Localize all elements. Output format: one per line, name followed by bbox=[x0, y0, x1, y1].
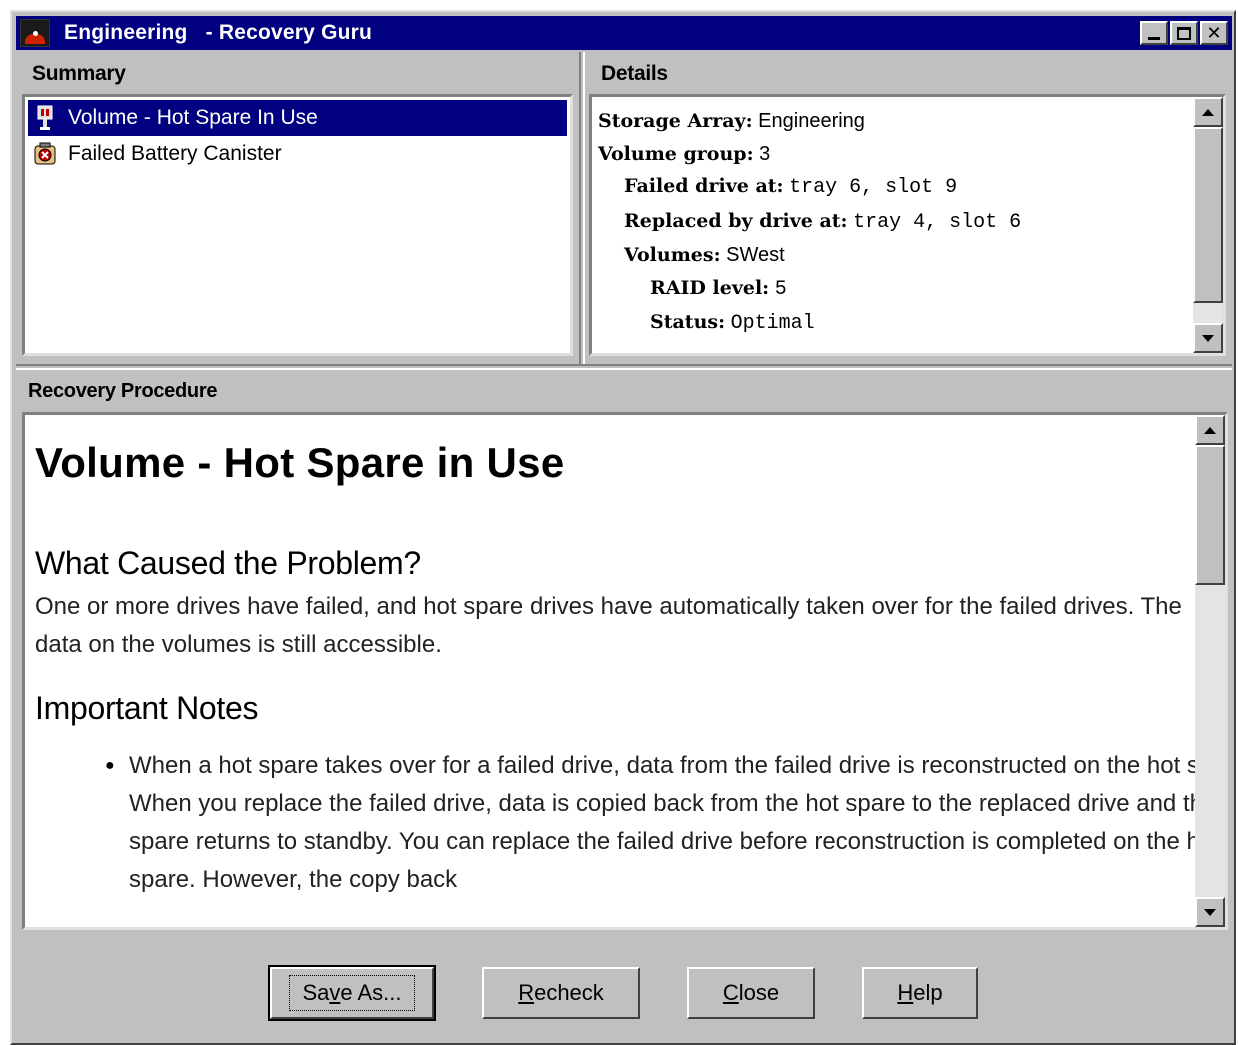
arrow-down-icon bbox=[1204, 908, 1216, 916]
detail-row-volumes: Volumes: SWest bbox=[624, 244, 785, 266]
maximize-button[interactable] bbox=[1170, 21, 1198, 45]
summary-panel: Summary Volume - Hot Spare In Use Failed… bbox=[16, 52, 579, 364]
cause-heading: What Caused the Problem? bbox=[35, 545, 421, 581]
window-title: Engineering - Recovery Guru bbox=[64, 21, 373, 44]
scroll-down-button[interactable] bbox=[1195, 897, 1225, 927]
details-box: Storage Array: Engineering Volume group:… bbox=[589, 94, 1226, 356]
hot-spare-drive-icon bbox=[37, 105, 53, 130]
title-bar[interactable]: Engineering - Recovery Guru ✕ bbox=[16, 16, 1232, 50]
details-text: Storage Array: Engineering Volume group:… bbox=[592, 97, 1223, 341]
scroll-thumb[interactable] bbox=[1195, 445, 1225, 585]
notes-heading: Important Notes bbox=[35, 690, 259, 726]
close-window-button[interactable]: ✕ bbox=[1200, 21, 1228, 45]
procedure-heading: Volume - Hot Spare in Use bbox=[35, 439, 565, 486]
save-as-label: Save As... bbox=[289, 975, 415, 1011]
detail-row-status: Status: Optimal bbox=[650, 311, 815, 335]
scroll-down-button[interactable] bbox=[1193, 323, 1223, 353]
detail-row-volume-group: Volume group: 3 bbox=[598, 142, 771, 165]
list-item-failed-battery[interactable]: Failed Battery Canister bbox=[28, 136, 567, 172]
detail-row-storage-array: Storage Array: Engineering bbox=[598, 110, 865, 132]
procedure-content: Volume - Hot Spare in Use What Caused th… bbox=[25, 415, 1225, 899]
list-item-hot-spare-in-use[interactable]: Volume - Hot Spare In Use bbox=[28, 100, 567, 136]
notes-list: When a hot spare takes over for a failed… bbox=[35, 747, 1225, 899]
scroll-up-button[interactable] bbox=[1195, 415, 1225, 445]
app-icon[interactable] bbox=[20, 19, 50, 47]
arrow-up-icon bbox=[1204, 426, 1216, 434]
minimize-icon bbox=[1148, 36, 1160, 40]
recheck-label: Recheck bbox=[518, 980, 604, 1005]
details-panel: Details Storage Array: Engineering Volum… bbox=[585, 52, 1232, 364]
help-button[interactable]: Help bbox=[862, 967, 978, 1019]
recovery-guru-window: Engineering - Recovery Guru ✕ Summary Vo… bbox=[10, 10, 1236, 1045]
detail-row-raid-level: RAID level: 5 bbox=[650, 276, 787, 301]
list-item-label: Failed Battery Canister bbox=[68, 142, 282, 165]
arrow-down-icon bbox=[1202, 334, 1214, 342]
cause-text: One or more drives have failed, and hot … bbox=[35, 593, 1182, 658]
detail-row-replaced-drive: Replaced by drive at: tray 4, slot 6 bbox=[624, 209, 1022, 234]
scroll-thumb[interactable] bbox=[1193, 127, 1223, 303]
details-scrollbar[interactable] bbox=[1193, 97, 1223, 353]
close-button[interactable]: Close bbox=[687, 967, 815, 1019]
detail-row-failed-drive: Failed drive at: tray 6, slot 9 bbox=[624, 175, 958, 199]
help-label: Help bbox=[897, 980, 943, 1005]
battery-failure-icon bbox=[34, 142, 56, 165]
save-as-button[interactable]: Save As... bbox=[268, 965, 436, 1021]
close-icon: ✕ bbox=[1206, 23, 1222, 43]
maximize-icon bbox=[1177, 26, 1191, 40]
procedure-title: Recovery Procedure bbox=[28, 380, 218, 402]
recheck-button[interactable]: Recheck bbox=[482, 967, 640, 1019]
recovery-procedure-panel: Recovery Procedure Volume - Hot Spare in… bbox=[16, 370, 1232, 938]
scroll-up-button[interactable] bbox=[1193, 97, 1223, 127]
list-item-label: Volume - Hot Spare In Use bbox=[68, 106, 318, 129]
close-label: Close bbox=[722, 980, 780, 1005]
summary-title: Summary bbox=[32, 62, 126, 85]
details-title: Details bbox=[601, 62, 668, 85]
summary-list[interactable]: Volume - Hot Spare In Use Failed Battery… bbox=[22, 94, 573, 356]
procedure-content-box: Volume - Hot Spare in Use What Caused th… bbox=[22, 412, 1228, 930]
arrow-up-icon bbox=[1202, 108, 1214, 116]
minimize-button[interactable] bbox=[1140, 21, 1168, 45]
procedure-scrollbar[interactable] bbox=[1195, 415, 1225, 927]
note-item: When a hot spare takes over for a failed… bbox=[105, 747, 1225, 899]
